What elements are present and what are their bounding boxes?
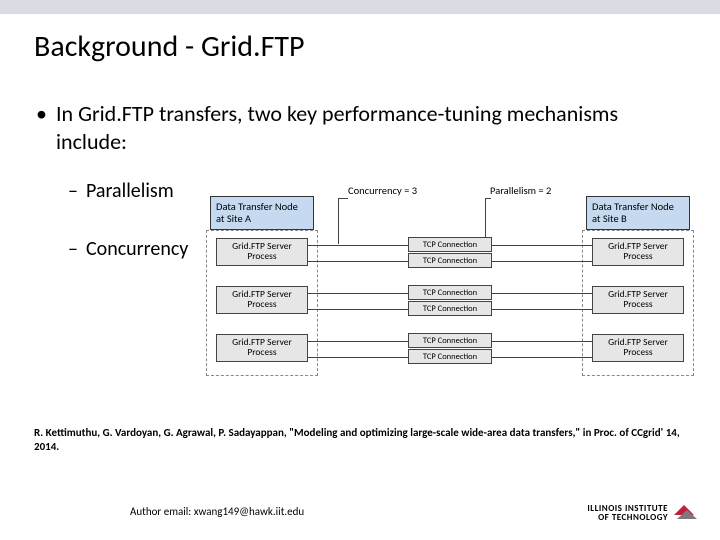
slide: Background - Grid.FTP In Grid.FTP transf… [0, 0, 720, 540]
proc-b3: Grid.FTP Server Process [592, 334, 684, 362]
conn-line [492, 341, 592, 342]
annot-parallelism: Parallelism = 2 [490, 184, 551, 197]
logo-text: ILLINOIS INSTITUTE OF TECHNOLOGY [587, 504, 668, 522]
conn-line [308, 245, 408, 246]
tcp-2b: TCP Connection [408, 301, 492, 316]
conn-line [492, 293, 592, 294]
tcp-1a: TCP Connection [408, 237, 492, 252]
proc-b1: Grid.FTP Server Process [592, 238, 684, 266]
conn-line [308, 293, 408, 294]
conn-line [308, 261, 408, 262]
slide-title: Background - Grid.FTP [34, 28, 304, 65]
annot-line [485, 198, 491, 199]
iit-logo: ILLINOIS INSTITUTE OF TECHNOLOGY [587, 504, 696, 522]
tcp-3a: TCP Connection [408, 333, 492, 348]
bullet-main: In Grid.FTP transfers, two key performan… [34, 100, 690, 155]
tcp-2a: TCP Connection [408, 285, 492, 300]
proc-b2: Grid.FTP Server Process [592, 286, 684, 314]
conn-line [492, 309, 592, 310]
conn-line [308, 309, 408, 310]
annot-line [338, 198, 348, 199]
top-accent-bar [0, 0, 720, 14]
annot-line [338, 198, 339, 244]
annot-line [485, 198, 486, 238]
logo-mark-icon [674, 505, 696, 521]
node-site-b: Data Transfer Node at Site B [586, 196, 690, 230]
annot-concurrency: Concurrency = 3 [348, 184, 417, 197]
proc-a3: Grid.FTP Server Process [216, 334, 308, 362]
proc-a1: Grid.FTP Server Process [216, 238, 308, 266]
tcp-3b: TCP Connection [408, 349, 492, 364]
footer-email: Author email: xwang149@hawk.iit.edu [130, 505, 304, 518]
conn-line [492, 261, 592, 262]
tcp-1b: TCP Connection [408, 253, 492, 268]
node-site-a: Data Transfer Node at Site A [210, 196, 314, 230]
conn-line [308, 341, 408, 342]
logo-line2: OF TECHNOLOGY [587, 513, 668, 522]
conn-line [492, 245, 592, 246]
proc-a2: Grid.FTP Server Process [216, 286, 308, 314]
conn-line [308, 357, 408, 358]
conn-line [492, 357, 592, 358]
gridftp-diagram: Concurrency = 3 Parallelism = 2 Data Tra… [210, 190, 690, 380]
citation: R. Kettimuthu, G. Vardoyan, G. Agrawal, … [34, 426, 690, 454]
